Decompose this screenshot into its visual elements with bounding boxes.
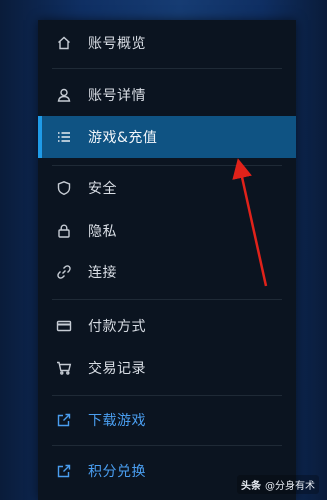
user-icon bbox=[56, 87, 72, 103]
watermark: 头条 @分身有术 bbox=[237, 475, 319, 494]
menu-item-security[interactable]: 安全 bbox=[38, 167, 296, 209]
menu-item-label: 积分兑换 bbox=[88, 464, 146, 480]
menu-item-label: 连接 bbox=[88, 265, 117, 281]
account-menu-panel: 账号概览 账号详情 游戏&充值 安全 隐私 连接 付款方式 交易记录 下载游戏 … bbox=[38, 20, 296, 500]
menu-item-label: 隐私 bbox=[88, 224, 117, 240]
list-icon bbox=[56, 129, 72, 145]
watermark-brand: 头条 bbox=[241, 481, 261, 492]
menu-item-games-topup[interactable]: 游戏&充值 bbox=[38, 116, 296, 158]
menu-item-label: 安全 bbox=[88, 181, 117, 197]
menu-item-account-details[interactable]: 账号详情 bbox=[38, 74, 296, 116]
external-link-icon bbox=[56, 463, 72, 479]
menu-item-label: 账号概览 bbox=[88, 36, 146, 52]
watermark-account: @分身有术 bbox=[265, 481, 315, 492]
menu-item-label: 账号详情 bbox=[88, 88, 146, 104]
menu-item-download-games[interactable]: 下载游戏 bbox=[38, 399, 296, 441]
cart-icon bbox=[56, 360, 72, 376]
menu-item-label: 交易记录 bbox=[88, 361, 146, 377]
menu-item-account-overview[interactable]: 账号概览 bbox=[38, 22, 296, 64]
menu-item-label: 付款方式 bbox=[88, 319, 146, 335]
menu-divider bbox=[52, 299, 282, 300]
credit-card-icon bbox=[56, 318, 72, 334]
menu-item-label: 游戏&充值 bbox=[88, 130, 158, 146]
menu-item-connections[interactable]: 连接 bbox=[38, 251, 296, 293]
external-link-icon bbox=[56, 412, 72, 428]
menu-divider bbox=[52, 68, 282, 69]
menu-divider bbox=[52, 395, 282, 396]
menu-item-privacy[interactable]: 隐私 bbox=[38, 210, 296, 252]
link-icon bbox=[56, 264, 72, 280]
menu-divider bbox=[52, 445, 282, 446]
menu-divider bbox=[52, 165, 282, 166]
menu-item-payment-methods[interactable]: 付款方式 bbox=[38, 305, 296, 347]
shield-icon bbox=[56, 180, 72, 196]
home-icon bbox=[56, 35, 72, 51]
menu-item-label: 下载游戏 bbox=[88, 413, 146, 429]
lock-icon bbox=[56, 223, 72, 239]
menu-item-transactions[interactable]: 交易记录 bbox=[38, 347, 296, 389]
